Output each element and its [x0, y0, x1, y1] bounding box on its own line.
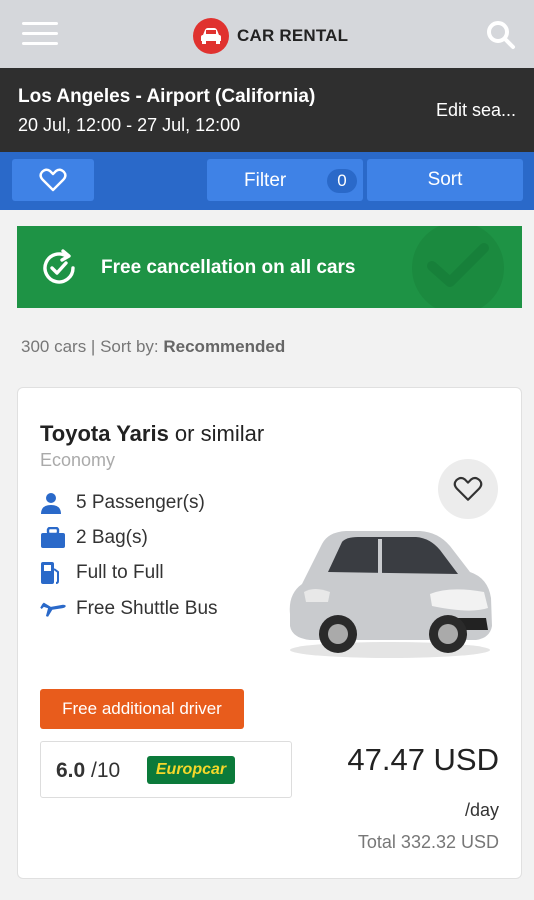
daily-price: 47.47 USD [347, 742, 499, 777]
fuel-pump-icon [40, 561, 68, 585]
rating-box: 6.0 /10 Europcar [40, 741, 292, 798]
feature-passengers: 5 Passenger(s) [40, 492, 205, 514]
car-result-card[interactable]: Toyota Yaris or similar Economy 5 Passen… [17, 387, 522, 879]
sort-button[interactable]: Sort [367, 159, 523, 201]
favorites-button[interactable] [12, 159, 94, 201]
search-icon[interactable] [486, 20, 516, 50]
shuttle-text: Free Shuttle Bus [76, 598, 218, 619]
fuel-text: Full to Full [76, 562, 164, 583]
car-model-name: Toyota Yaris [40, 421, 169, 446]
results-count: 300 cars | Sort by: Recommended [21, 337, 285, 357]
rating-score: 6.0 /10 [56, 759, 120, 783]
favorite-car-button[interactable] [438, 459, 498, 519]
rating-value: 6.0 [56, 759, 86, 782]
feature-bags: 2 Bag(s) [40, 527, 148, 549]
heart-outline-icon [39, 168, 67, 192]
action-bar: Filter 0 Sort [0, 152, 534, 210]
airplane-icon [40, 596, 68, 622]
top-app-bar: CAR RENTAL [0, 0, 534, 68]
hamburger-icon[interactable] [22, 22, 58, 48]
sort-value: Recommended [163, 337, 286, 356]
filter-count-badge: 0 [327, 169, 357, 193]
car-logo-icon [193, 18, 229, 54]
feature-shuttle: Free Shuttle Bus [40, 596, 218, 622]
results-count-text: 300 cars | Sort by: [21, 337, 164, 356]
banner-text: Free cancellation on all cars [101, 257, 356, 278]
pickup-location: Los Angeles - Airport (California) [18, 86, 316, 107]
car-category: Economy [40, 450, 116, 470]
free-cancellation-banner: Free cancellation on all cars [17, 226, 522, 308]
car-image [280, 522, 496, 662]
car-model: Toyota Yaris or similar [40, 421, 264, 447]
edit-search-link[interactable]: Edit sea... [436, 100, 516, 121]
rental-dates: 20 Jul, 12:00 - 27 Jul, 12:00 [18, 115, 241, 135]
decorative-check-icon [412, 226, 504, 308]
free-driver-badge: Free additional driver [40, 689, 244, 729]
rating-max: /10 [85, 759, 121, 782]
briefcase-icon [40, 527, 68, 549]
logo-text: CAR RENTAL [237, 26, 349, 45]
car-similar: or similar [168, 421, 265, 446]
heart-outline-icon [453, 476, 483, 501]
person-icon [40, 492, 68, 514]
feature-fuel: Full to Full [40, 561, 164, 585]
app-logo: CAR RENTAL [193, 18, 348, 54]
price-unit: /day [464, 800, 499, 820]
bags-text: 2 Bag(s) [76, 527, 148, 548]
search-summary: Los Angeles - Airport (California) 20 Ju… [0, 68, 534, 152]
filter-label: Filter [244, 170, 287, 191]
filter-button[interactable]: Filter 0 [207, 159, 363, 201]
passengers-text: 5 Passenger(s) [76, 492, 205, 513]
supplier-logo: Europcar [147, 756, 235, 784]
total-price: Total 332.32 USD [357, 832, 499, 852]
refresh-check-icon [39, 248, 79, 288]
